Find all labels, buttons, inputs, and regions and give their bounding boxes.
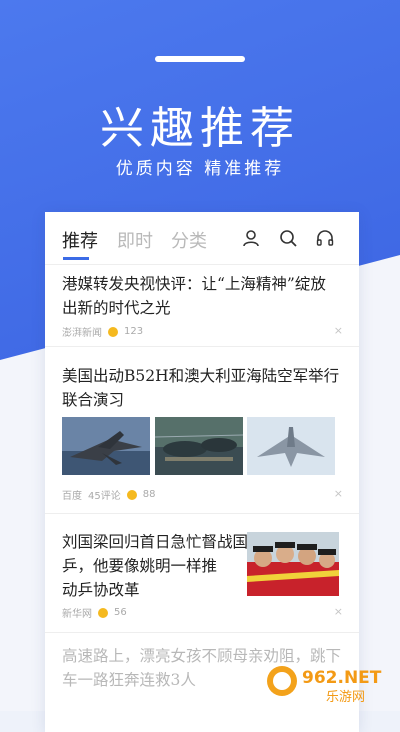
news-image-jet [62,417,150,475]
news-source: 新华网 [62,609,92,620]
reaction-count: 56 [114,607,127,618]
user-icon[interactable] [241,228,261,248]
divider [45,513,359,514]
divider [45,346,359,347]
watermark-logo: 962.NET 乐游网 [264,663,394,705]
news-image-table-tennis-team [247,532,339,596]
divider [45,264,359,265]
smile-emoji-icon [126,489,137,500]
tab-category[interactable]: 分类 [171,227,207,253]
watermark-site: 乐游网 [326,690,365,705]
divider [45,632,359,633]
news-image-fighter [247,417,335,475]
tab-instant[interactable]: 即时 [117,227,153,253]
smile-emoji-icon [108,326,118,337]
decorative-bar [155,56,245,62]
news-meta: 澎湃新闻 123 [62,324,143,339]
comment-count: 45评论 [88,491,121,502]
news-title: 刘国梁回归首日急忙督战国 乒，他要像姚明一样推 动乒协改革 [62,533,249,599]
reaction-count: 123 [124,326,144,337]
active-tab-indicator [63,257,89,260]
tab-bar: 推荐 即时 分类 [45,212,359,264]
search-icon[interactable] [278,228,298,248]
app-preview-card: 推荐 即时 分类 港媒转发央视快评：让“上海精神”绽放 出新的时代之光 澎湃新闻… [45,212,359,732]
smile-emoji-icon [98,607,108,618]
news-meta: 百度 45评论 88 [62,487,155,502]
news-source: 百度 [62,491,82,502]
news-title: 美国出动B52H和澳大利亚海陆空军举行 联合演习 [62,367,340,409]
hero-subtitle: 优质内容 精准推荐 [115,159,285,179]
tab-recommend[interactable]: 推荐 [62,227,98,253]
news-image-helicopter [155,417,243,475]
watermark-brand: 962.NET [302,668,382,688]
reaction-count: 88 [142,489,156,500]
close-icon[interactable]: × [334,605,343,618]
news-source: 澎湃新闻 [62,328,102,339]
close-icon[interactable]: × [334,487,343,500]
news-title: 港媒转发央视快评：让“上海精神”绽放 出新的时代之光 [62,275,326,317]
close-icon[interactable]: × [334,324,343,337]
headphones-icon[interactable] [315,228,335,248]
hero-title: 兴趣推荐 [100,103,300,154]
news-meta: 新华网 56 [62,605,127,620]
